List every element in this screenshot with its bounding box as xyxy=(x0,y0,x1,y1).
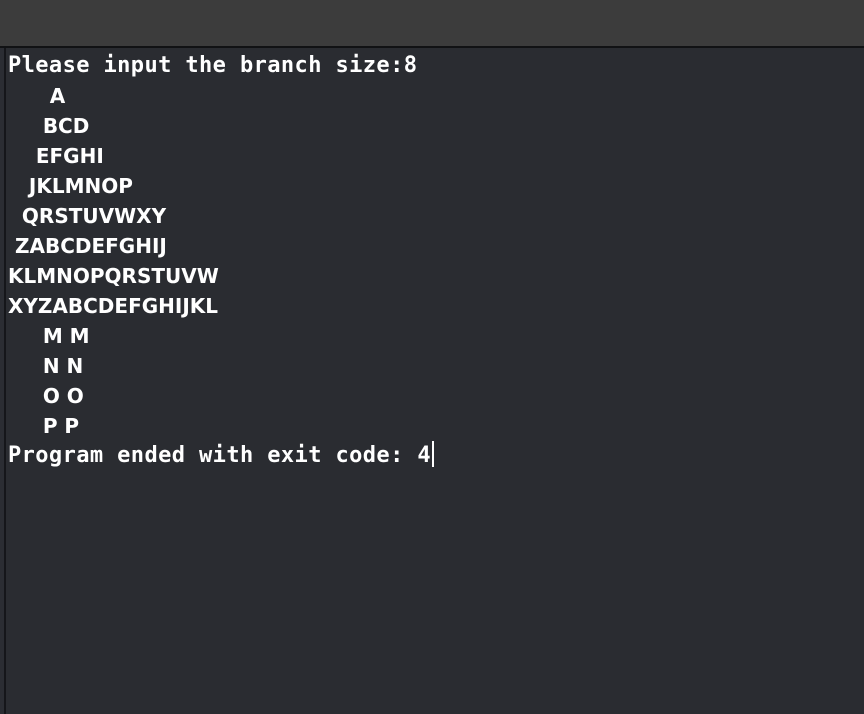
pattern-line: EFGHI xyxy=(8,144,104,168)
pattern-line: P P xyxy=(8,414,80,438)
pattern-line: ZABCDEFGHIJ xyxy=(8,234,167,258)
pattern-line: BCD xyxy=(8,114,90,138)
window-toolbar xyxy=(0,0,864,46)
pattern-line: O O xyxy=(8,384,84,408)
pattern-line: QRSTUVWXY xyxy=(8,204,167,228)
pattern-line: M M xyxy=(8,324,90,348)
pattern-line: KLMNOPQRSTUVW xyxy=(8,264,219,288)
pattern-line: N N xyxy=(8,354,84,378)
exit-message: Program ended with exit code: 4 xyxy=(8,443,431,468)
pattern-line: JKLMNOP xyxy=(8,174,133,198)
input-prompt-line: Please input the branch size:8 xyxy=(8,53,418,78)
exit-message-line: Program ended with exit code: 4 xyxy=(8,441,434,471)
pattern-line: XYZABCDEFGHIJKL xyxy=(8,294,219,318)
pattern-line: A xyxy=(8,84,66,108)
text-cursor xyxy=(432,441,434,467)
console-text: Please input the branch size:8 A BCD EFG… xyxy=(8,51,434,471)
